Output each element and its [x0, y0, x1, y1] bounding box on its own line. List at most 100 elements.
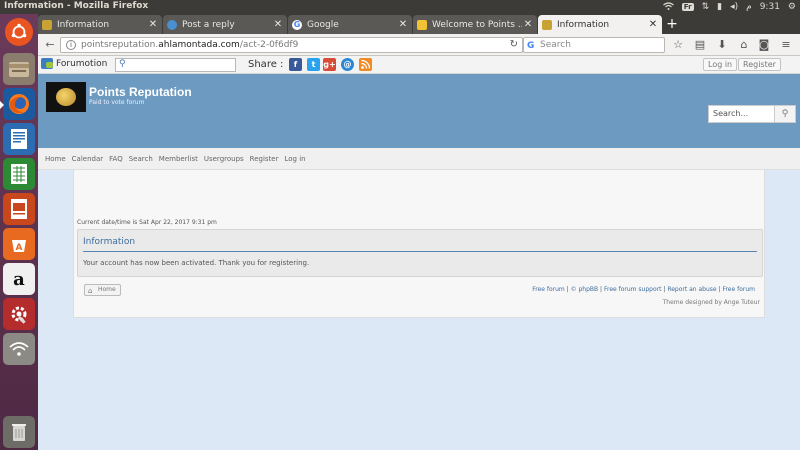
network-workspace-icon[interactable] — [3, 333, 35, 365]
menu-search[interactable]: Search — [129, 155, 153, 163]
forumotion-icon — [41, 58, 53, 69]
clock-time[interactable]: 9:31 — [760, 2, 780, 12]
system-tray: Fr ⇅ ▮ ◂) م 9:31 ⚙ — [662, 0, 796, 14]
menu-register[interactable]: Register — [250, 155, 279, 163]
trash-icon[interactable] — [3, 416, 35, 448]
menu-memberlist[interactable]: Memberlist — [159, 155, 198, 163]
menu-home[interactable]: Home — [45, 155, 66, 163]
tab-post-a-reply[interactable]: Post a reply ✕ — [163, 15, 287, 34]
register-button[interactable]: Register — [738, 58, 781, 71]
twitter-share-icon[interactable]: t — [307, 58, 320, 71]
tab-welcome-to-points[interactable]: Welcome to Points ... ✕ — [413, 15, 537, 34]
reading-list-icon[interactable]: ▤ — [692, 37, 708, 53]
footer-link-support[interactable]: Free forum support — [604, 286, 661, 293]
gold-coin-logo-icon — [56, 88, 76, 106]
firefox-icon[interactable] — [0, 88, 35, 120]
footer-link-phpbb[interactable]: © phpBB — [571, 286, 599, 293]
search-icon: ⚲ — [781, 109, 789, 119]
forum-header: Points Reputation Paid to vote forum Sea… — [38, 74, 800, 148]
clock-period: م — [746, 2, 752, 12]
footer-link-free-forum[interactable]: Free forum — [532, 286, 565, 293]
tab-google[interactable]: G Google ✕ — [288, 15, 412, 34]
information-box: Information Your account has now been ac… — [77, 229, 763, 277]
libreoffice-calc-icon[interactable] — [3, 158, 35, 190]
divider — [83, 251, 757, 252]
forum-favicon-icon — [542, 19, 552, 30]
footer-link-free-forum-2[interactable]: Free forum — [722, 286, 755, 293]
current-datetime: Current date/time is Sat Apr 22, 2017 9:… — [77, 219, 217, 226]
site-info-icon[interactable]: i — [66, 40, 76, 50]
search-placeholder: Search — [540, 40, 571, 50]
forumotion-toolbar: Forumotion ⚲ Share : f t g+ @ Log in Reg… — [38, 56, 800, 74]
forum-search-button[interactable]: ⚲ — [774, 105, 796, 123]
menu-faq[interactable]: FAQ — [109, 155, 123, 163]
close-tab-icon[interactable]: ✕ — [522, 19, 534, 30]
tab-information-1[interactable]: Information ✕ — [38, 15, 162, 34]
close-tab-icon[interactable]: ✕ — [647, 19, 659, 30]
downloads-icon[interactable]: ⬇ — [714, 37, 730, 53]
close-tab-icon[interactable]: ✕ — [272, 19, 284, 30]
theme-credit: Theme designed by Ange Tuteur — [662, 299, 760, 306]
share-label: Share : — [248, 59, 284, 70]
system-settings-icon[interactable] — [3, 298, 35, 330]
login-button[interactable]: Log in — [703, 58, 738, 71]
navigation-toolbar: ← i pointsreputation.ahlamontada.com/act… — [38, 34, 800, 56]
settings-gear-icon[interactable]: ⚙ — [788, 2, 796, 12]
information-title: Information — [83, 237, 136, 247]
home-button[interactable]: ⌂ Home — [84, 284, 121, 296]
keyboard-layout-indicator[interactable]: Fr — [681, 3, 694, 11]
site-title[interactable]: Points Reputation — [89, 85, 192, 99]
system-top-bar: Information - Mozilla Firefox Fr ⇅ ▮ ◂) … — [0, 0, 800, 14]
pocket-icon[interactable]: ◙ — [756, 37, 772, 53]
battery-icon[interactable]: ▮ — [717, 2, 722, 12]
unity-launcher: A a — [0, 14, 38, 450]
forum-search-input[interactable]: Search... — [708, 105, 776, 123]
tab-information-active[interactable]: Information ✕ — [538, 15, 662, 34]
home-icon[interactable]: ⌂ — [736, 37, 752, 53]
amazon-icon[interactable]: a — [3, 263, 35, 295]
forum-menu: Home Calendar FAQ Search Memberlist User… — [38, 148, 800, 170]
search-icon: ⚲ — [119, 59, 126, 69]
content-panel: Current date/time is Sat Apr 22, 2017 9:… — [73, 170, 765, 318]
google-plus-share-icon[interactable]: g+ — [323, 58, 336, 71]
svg-text:A: A — [16, 243, 23, 253]
bookmark-star-icon[interactable]: ☆ — [670, 37, 686, 53]
menu-usergroups[interactable]: Usergroups — [204, 155, 244, 163]
chat-favicon-icon — [167, 19, 177, 30]
volume-icon[interactable]: ◂) — [730, 2, 738, 12]
forumotion-logo[interactable]: Forumotion — [41, 58, 107, 69]
files-icon[interactable] — [3, 53, 35, 85]
menu-calendar[interactable]: Calendar — [72, 155, 103, 163]
software-center-icon[interactable]: A — [3, 228, 35, 260]
libreoffice-writer-icon[interactable] — [3, 123, 35, 155]
forumotion-brand: Forumotion — [56, 58, 108, 69]
wifi-icon[interactable] — [662, 1, 674, 13]
information-message: Your account has now been activated. Tha… — [83, 259, 310, 267]
tab-strip: Information ✕ Post a reply ✕ G Google ✕ … — [38, 14, 800, 34]
ubuntu-dash-icon[interactable] — [5, 18, 33, 46]
menu-login[interactable]: Log in — [285, 155, 306, 163]
browser-search-bar[interactable]: G Search — [523, 37, 665, 53]
email-share-icon[interactable]: @ — [341, 58, 354, 71]
libreoffice-impress-icon[interactable] — [3, 193, 35, 225]
forum-favicon-icon — [42, 19, 52, 30]
back-arrow-icon[interactable]: ← — [41, 37, 59, 53]
google-favicon-icon: G — [292, 19, 302, 30]
site-description: Paid to vote forum — [89, 99, 145, 106]
firefox-window: Information ✕ Post a reply ✕ G Google ✕ … — [38, 14, 800, 450]
close-tab-icon[interactable]: ✕ — [147, 19, 159, 30]
site-logo[interactable] — [46, 82, 86, 112]
web-page: Points Reputation Paid to vote forum Sea… — [38, 74, 800, 450]
reload-icon[interactable]: ↻ — [510, 38, 518, 52]
network-icon[interactable]: ⇅ — [702, 2, 710, 12]
facebook-share-icon[interactable]: f — [289, 58, 302, 71]
menu-hamburger-icon[interactable]: ≡ — [778, 37, 794, 53]
close-tab-icon[interactable]: ✕ — [397, 19, 409, 30]
footer-link-report-abuse[interactable]: Report an abuse — [667, 286, 716, 293]
url-bar[interactable]: i pointsreputation.ahlamontada.com/act-2… — [60, 37, 523, 53]
rss-icon[interactable] — [359, 58, 372, 71]
footer-links: Free forum | © phpBB | Free forum suppor… — [532, 286, 755, 293]
forumotion-search-input[interactable]: ⚲ — [115, 58, 236, 72]
url-path: /act-2-0f6df9 — [239, 40, 299, 50]
new-tab-button[interactable]: + — [664, 16, 680, 32]
